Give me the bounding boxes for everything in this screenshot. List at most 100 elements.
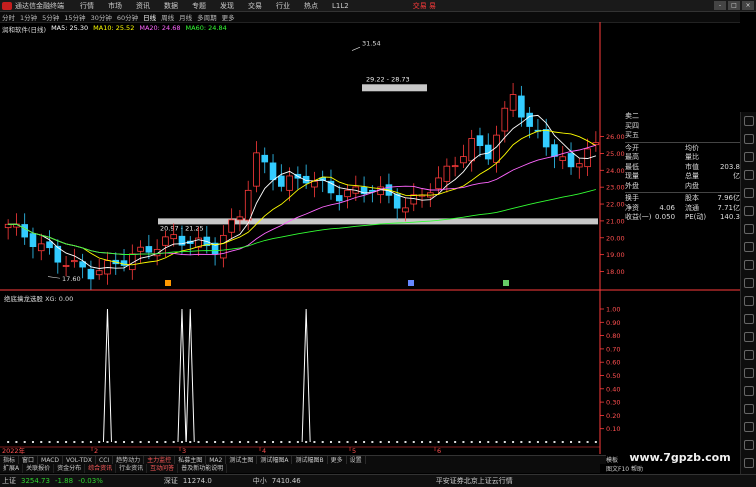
candle-up — [443, 165, 451, 182]
candle-down — [278, 175, 285, 187]
signal-baseline-dot — [404, 441, 407, 443]
sh-index-label[interactable]: 上证 — [2, 476, 16, 486]
tool-icon-7[interactable] — [744, 224, 754, 234]
signal-baseline-dot — [536, 441, 539, 443]
signal-spike — [185, 308, 195, 443]
tool-icon-3[interactable] — [744, 152, 754, 162]
rp-bid5-label: 买五 — [625, 131, 639, 139]
candle-up — [137, 246, 144, 252]
tab-ceshi-a[interactable]: 测试幅图A — [257, 456, 293, 464]
tool-icon-4[interactable] — [744, 170, 754, 180]
high-price-label: 31.54 — [362, 39, 381, 47]
menu-zixun[interactable]: 资讯 — [136, 1, 150, 11]
sz-index-value: 11274.0 — [182, 477, 212, 485]
news-ticker[interactable]: 平安证券北京上证云行情 — [436, 476, 513, 486]
menu-shuju[interactable]: 数据 — [164, 1, 178, 11]
tool-icon-16[interactable] — [744, 386, 754, 396]
tab-simu[interactable]: 私募主图 — [175, 456, 207, 464]
tool-icon-1[interactable] — [744, 116, 754, 126]
candle-up — [4, 223, 12, 229]
menu-zhuanti[interactable]: 专题 — [192, 1, 206, 11]
tool-icon-5[interactable] — [744, 188, 754, 198]
tab-qushi[interactable]: 趋势动力 — [113, 456, 145, 464]
kline-chart[interactable]: 26.0025.0024.0023.0022.0021.0020.0019.00… — [0, 22, 740, 454]
sub-tick-label: 1.00 — [606, 306, 620, 314]
tab-ceshi-zhutu[interactable]: 测试主图 — [226, 456, 258, 464]
tab-guanlian[interactable]: 关联报价 — [23, 464, 55, 473]
period-multi[interactable]: 多周期 — [197, 12, 217, 22]
tab-puji[interactable]: 普及新功能说明 — [178, 464, 228, 473]
tool-icon-17[interactable] — [744, 404, 754, 414]
period-more[interactable]: 更多 — [222, 12, 235, 22]
broker-trade[interactable]: 交易 易 — [413, 1, 436, 11]
tool-icon-19[interactable] — [744, 440, 754, 450]
month-label: 3 — [182, 447, 186, 454]
tab-hudong[interactable]: 互动问答 — [147, 464, 179, 473]
menu-faxian[interactable]: 发现 — [220, 1, 234, 11]
tool-icon-18[interactable] — [744, 422, 754, 432]
rp-volratio-value — [715, 153, 740, 163]
tool-icon-20[interactable] — [744, 458, 754, 468]
tab-chuangkou[interactable]: 窗口 — [19, 456, 39, 464]
signal-baseline-dot — [429, 441, 432, 443]
tab-macd[interactable]: MACD — [38, 456, 64, 464]
close-button[interactable]: × — [742, 1, 754, 10]
tool-icon-11[interactable] — [744, 296, 754, 306]
tool-icon-13[interactable] — [744, 332, 754, 342]
tab-zonghe[interactable]: 综合资讯 — [85, 464, 117, 473]
candle-up — [468, 138, 475, 162]
period-day[interactable]: 日线 — [143, 12, 156, 22]
minimize-button[interactable]: - — [714, 1, 726, 10]
tool-icon-9[interactable] — [744, 260, 754, 270]
candle-down — [526, 112, 533, 127]
signal-baseline-dot — [48, 441, 51, 443]
period-month[interactable]: 月线 — [179, 12, 192, 22]
period-30min[interactable]: 30分钟 — [91, 12, 112, 22]
tab-zhuli[interactable]: 主力监控 — [144, 456, 176, 464]
zx-index-label[interactable]: 中小 — [253, 476, 267, 486]
menu-l1l2[interactable]: L1L2 — [332, 2, 349, 10]
tab-template[interactable]: 模板 — [606, 457, 618, 464]
period-1min[interactable]: 1分钟 — [20, 12, 37, 22]
tab-cci[interactable]: CCI — [96, 456, 114, 464]
tool-icon-14[interactable] — [744, 350, 754, 360]
rp-eps-label: 收益(一) — [625, 213, 652, 221]
maximize-button[interactable]: □ — [728, 1, 740, 10]
tool-icon-6[interactable] — [744, 206, 754, 216]
period-60min[interactable]: 60分钟 — [117, 12, 138, 22]
sz-index-label[interactable]: 深证 — [164, 476, 178, 486]
menu-hangye[interactable]: 行业 — [276, 1, 290, 11]
menu-hangqing[interactable]: 行情 — [80, 1, 94, 11]
candle-up — [451, 165, 459, 168]
tool-icon-10[interactable] — [744, 278, 754, 288]
period-15min[interactable]: 15分钟 — [64, 12, 85, 22]
tab-vol-tdx[interactable]: VOL-TDX — [63, 456, 96, 464]
signal-baseline-dot — [255, 441, 258, 443]
period-5min[interactable]: 5分钟 — [42, 12, 59, 22]
menu-jiaoyi[interactable]: 交易 — [248, 1, 262, 11]
tab-ceshi-b[interactable]: 测试幅图B — [292, 456, 328, 464]
tab-gengduo[interactable]: 更多 — [328, 456, 347, 464]
tool-icon-2[interactable] — [744, 134, 754, 144]
tab-zhibiao[interactable]: 指标 — [0, 456, 20, 464]
period-week[interactable]: 周线 — [161, 12, 174, 22]
tab-shezhi[interactable]: 设置 — [347, 456, 366, 464]
ma20-line — [8, 144, 597, 256]
tool-icon-12[interactable] — [744, 314, 754, 324]
tab-ma2[interactable]: MA2 — [206, 456, 227, 464]
tab-zijin[interactable]: 资金分布 — [54, 464, 86, 473]
period-fenshi[interactable]: 分时 — [2, 12, 15, 22]
signal-baseline-dot — [23, 441, 26, 443]
rp-bid4-label: 买四 — [625, 121, 639, 130]
tab-hangye-zixun[interactable]: 行业资讯 — [116, 464, 148, 473]
tab-kuozhan-a[interactable]: 扩展A — [0, 464, 24, 473]
menu-redian[interactable]: 热点 — [304, 1, 318, 11]
tool-icon-8[interactable] — [744, 242, 754, 252]
rp-avg-value — [715, 144, 740, 154]
candle-up — [460, 156, 467, 164]
menu-shichang[interactable]: 市场 — [108, 1, 122, 11]
price-tick-label: 23.00 — [606, 184, 625, 192]
tab-f10-help[interactable]: 图文F10 帮助 — [606, 466, 643, 473]
ma10-line — [8, 129, 597, 266]
tool-icon-15[interactable] — [744, 368, 754, 378]
